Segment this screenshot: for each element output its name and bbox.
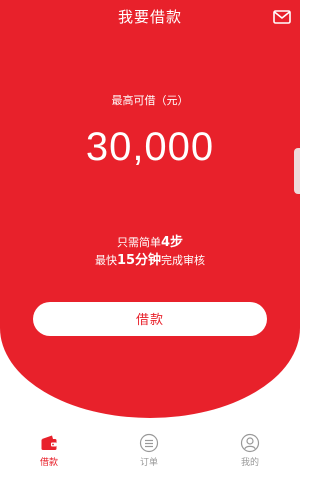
time-value: 15分钟 — [116, 253, 162, 268]
hero-banner — [0, 0, 300, 418]
page-title: 我要借款 — [117, 8, 182, 26]
steps-count: 4步 — [160, 235, 184, 250]
tab-orders-label: 订单 — [139, 458, 158, 468]
steps-info: 只需简单4步 最快15分钟完成审核 — [0, 234, 300, 270]
max-loan-amount: 30,000 — [85, 125, 215, 169]
tab-mine[interactable]: 我的 — [220, 428, 280, 488]
list-icon — [139, 433, 159, 453]
tab-mine-label: 我的 — [240, 458, 259, 468]
wallet-icon — [41, 435, 57, 450]
tab-loan[interactable]: 借款 — [19, 428, 79, 488]
person-icon — [240, 433, 260, 453]
mail-icon — [273, 10, 291, 24]
steps-prefix: 只需简单 — [116, 236, 161, 249]
time-suffix: 完成审核 — [161, 254, 206, 267]
steps-line: 只需简单4步 — [0, 234, 300, 252]
time-line: 最快15分钟完成审核 — [0, 252, 300, 270]
screen: 我要借款 最高可借（元） 30,000 只需简单4步 最快15分钟完成审核 借款… — [0, 0, 300, 500]
tab-loan-label: 借款 — [39, 458, 58, 468]
time-prefix: 最快 — [94, 254, 117, 267]
bottom-tab-bar: 借款 订单 我的 — [0, 428, 300, 500]
tab-orders[interactable]: 订单 — [119, 428, 179, 488]
mail-button[interactable] — [273, 9, 291, 24]
borrow-button[interactable]: 借款 — [33, 302, 267, 336]
max-loan-label: 最高可借（元） — [111, 94, 189, 107]
